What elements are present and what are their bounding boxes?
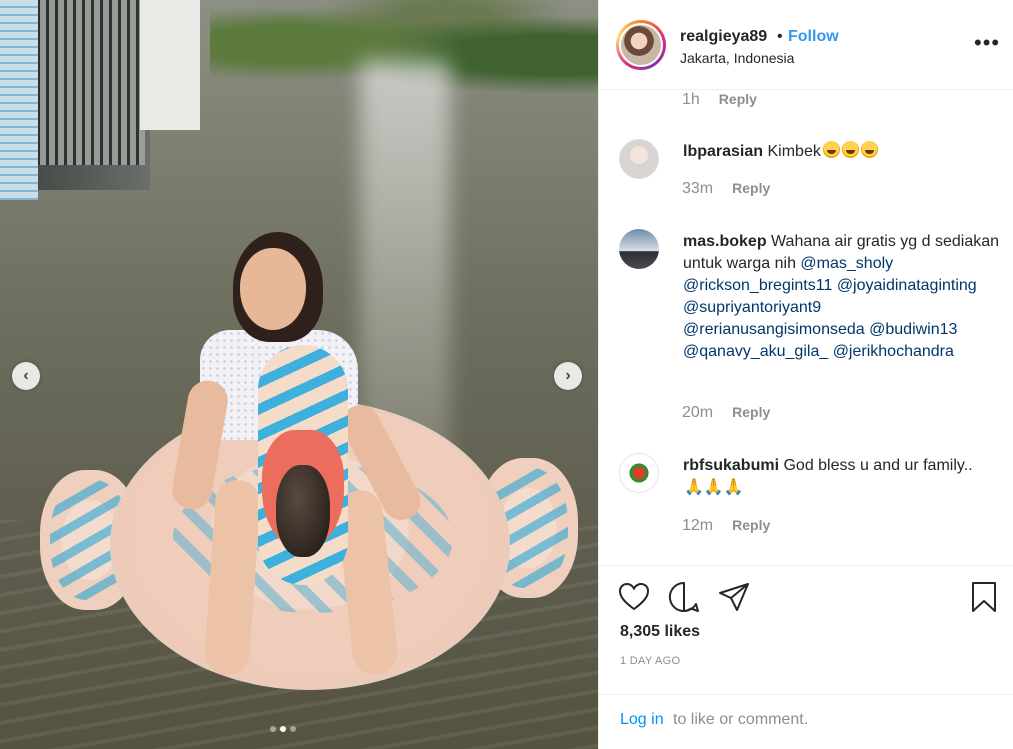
share-icon (719, 583, 749, 611)
commenter-username[interactable]: rbfsukabumi (683, 457, 779, 474)
header-separator: • (777, 28, 783, 45)
author-avatar[interactable] (616, 20, 666, 70)
comment-body: Kimbek (767, 143, 821, 160)
post-date: 1 DAY AGO (620, 655, 681, 667)
commenter-avatar[interactable] (619, 229, 659, 269)
author-avatar-image (621, 25, 661, 65)
person-face (240, 248, 306, 330)
author-username[interactable]: realgieya89 (680, 28, 767, 46)
mention-link[interactable]: @joyaidinataginting (837, 277, 977, 294)
chevron-right-icon: › (565, 367, 571, 384)
comment-button[interactable] (667, 580, 701, 614)
comment-icon (668, 581, 699, 612)
reply-button[interactable]: Reply (732, 180, 770, 196)
post-location[interactable]: Jakarta, Indonesia (680, 50, 794, 66)
comment-time[interactable]: 12m (682, 517, 713, 535)
heart-icon (618, 582, 650, 611)
post-sidebar: realgieya89 • Follow Jakarta, Indonesia … (598, 0, 1013, 749)
commenter-avatar[interactable] (619, 453, 659, 493)
rolling-laugh-emoji-icon (841, 141, 859, 158)
carousel-prev-button[interactable]: ‹ (12, 362, 40, 390)
mention-link[interactable]: @rerianusangisimonseda (683, 321, 865, 338)
commenter-avatar[interactable] (619, 139, 659, 179)
rolling-laugh-emoji-icon (860, 141, 878, 158)
likes-count[interactable]: 8,305 likes (620, 623, 700, 641)
chevron-left-icon: ‹ (23, 367, 29, 384)
carousel-next-button[interactable]: › (554, 362, 582, 390)
comment-body: God bless u and ur family.. (783, 457, 973, 474)
reply-button[interactable]: Reply (732, 517, 770, 533)
more-options-icon[interactable]: ••• (974, 30, 1000, 56)
comment-text: mas.bokep Wahana air gratis yg d sediaka… (683, 231, 1003, 363)
mention-link[interactable]: @budiwin13 (869, 321, 957, 338)
comment-text: rbfsukabumi God bless u and ur family.. 🙏… (683, 455, 1003, 499)
rolling-laugh-emoji-icon (822, 141, 840, 158)
share-button[interactable] (717, 580, 751, 614)
carousel-dot[interactable] (270, 726, 276, 732)
commenter-username[interactable]: mas.bokep (683, 233, 767, 250)
blue-fence (0, 0, 38, 200)
follow-button[interactable]: Follow (788, 28, 839, 46)
comment-time[interactable]: 20m (682, 404, 713, 422)
comment-meta: 33m Reply (682, 180, 770, 198)
mention-link[interactable]: @mas_sholy (800, 255, 893, 272)
bookmark-icon (972, 582, 996, 612)
praying-hands-emoji-icon: 🙏🙏🙏 (684, 479, 744, 496)
login-prompt-text: to like or comment. (673, 711, 809, 728)
save-button[interactable] (967, 580, 1001, 614)
login-prompt: Log in to like or comment. (599, 694, 1013, 749)
mention-link[interactable]: @qanavy_aku_gila_ (683, 343, 828, 360)
carousel-dot-active[interactable] (280, 726, 286, 732)
reply-button[interactable]: Reply (719, 91, 757, 107)
post-photo: ‹ › (0, 0, 598, 749)
post-header: realgieya89 • Follow Jakarta, Indonesia … (599, 0, 1013, 90)
reply-button[interactable]: Reply (732, 404, 770, 420)
comment-meta: 20m Reply (682, 404, 770, 422)
comment-meta: 12m Reply (682, 517, 770, 535)
comments-list[interactable]: 1h Reply lbparasian Kimbek 33m Reply mas… (599, 91, 1013, 565)
commenter-username[interactable]: lbparasian (683, 143, 763, 160)
mention-link[interactable]: @supriyantoriyant9 (683, 299, 821, 316)
comment-time[interactable]: 33m (682, 180, 713, 198)
comment-time[interactable]: 1h (682, 91, 700, 109)
comment-meta: 1h Reply (682, 91, 757, 109)
flamingo-beak (262, 430, 344, 557)
like-button[interactable] (617, 580, 651, 614)
comment-text: lbparasian Kimbek (683, 141, 1003, 163)
carousel-dots (270, 726, 296, 732)
post-actions: 8,305 likes 1 DAY AGO Log in to like or … (599, 565, 1013, 749)
mention-link[interactable]: @rickson_bregints11 (683, 277, 832, 294)
mention-link[interactable]: @jerikhochandra (833, 343, 954, 360)
login-link[interactable]: Log in (620, 711, 664, 729)
carousel-dot[interactable] (290, 726, 296, 732)
white-pillar (140, 0, 200, 130)
